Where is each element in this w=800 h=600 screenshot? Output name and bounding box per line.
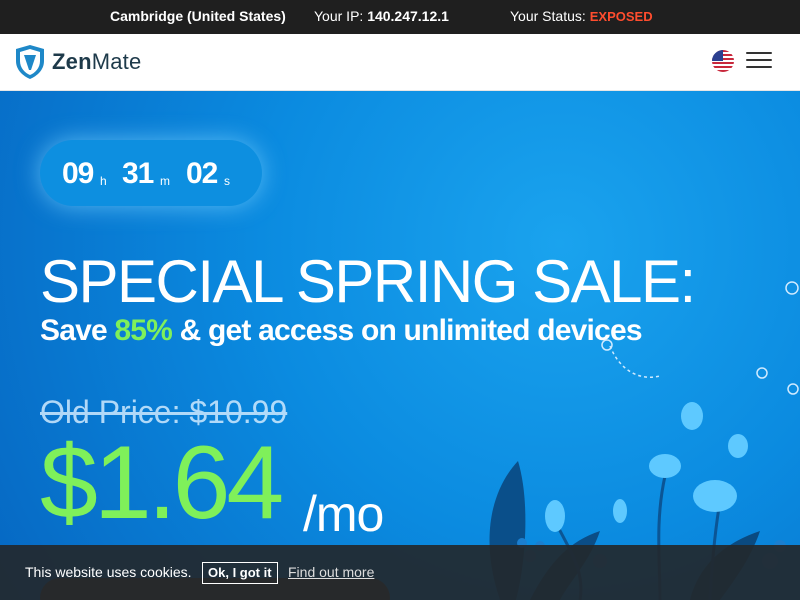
cookie-accept-button[interactable]: Ok, I got it: [202, 562, 278, 584]
sale-price: $1.64: [40, 425, 284, 541]
hamburger-menu-icon[interactable]: [746, 52, 772, 72]
timer-hours-unit: h: [100, 174, 107, 188]
timer-seconds: 02: [186, 157, 218, 190]
cookie-message: This website uses cookies.: [25, 564, 192, 580]
logo-text: ZenMate: [52, 49, 141, 75]
location-text: Cambridge (United States): [110, 8, 286, 24]
logo-zen: Zen: [52, 49, 92, 74]
status-info: Your Status: EXPOSED: [510, 8, 653, 24]
discount-percent: 85%: [114, 314, 173, 347]
timer-minutes-unit: m: [160, 174, 170, 188]
status-label: Your Status:: [510, 8, 586, 24]
countdown-timer: 09 h 31 m 02 s: [40, 140, 262, 206]
subtitle-before: Save: [40, 314, 115, 347]
status-value: EXPOSED: [589, 9, 653, 24]
navbar: ZenMate: [0, 34, 800, 91]
us-flag-icon[interactable]: [712, 50, 734, 72]
top-status-bar: Cambridge (United States) Your IP: 140.2…: [0, 0, 800, 34]
hero-section: 09 h 31 m 02 s SPECIAL SPRING SALE: Save…: [0, 91, 800, 600]
cookie-find-out-more-link[interactable]: Find out more: [288, 564, 374, 580]
logo-mate: Mate: [91, 49, 142, 74]
zenmate-logo[interactable]: ZenMate: [14, 44, 141, 80]
cookie-banner: This website uses cookies. Ok, I got it …: [0, 545, 800, 600]
ip-info: Your IP: 140.247.12.1: [314, 8, 449, 24]
timer-seconds-unit: s: [224, 174, 230, 188]
shield-logo-icon: [16, 45, 44, 79]
ip-value: 140.247.12.1: [367, 8, 449, 24]
timer-hours: 09: [62, 157, 94, 190]
ip-label: Your IP:: [314, 8, 364, 24]
per-month-label: /mo: [303, 486, 384, 542]
timer-minutes: 31: [122, 157, 154, 190]
